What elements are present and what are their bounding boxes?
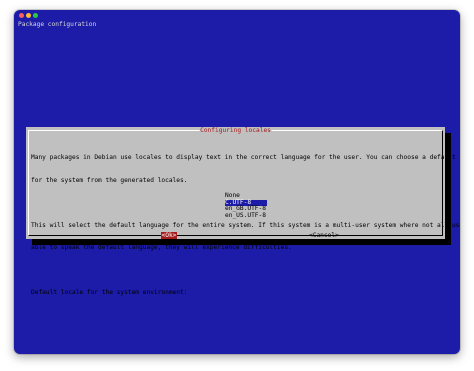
dialog-description: Many packages in Debian use locales to d…: [31, 139, 460, 312]
configuring-locales-dialog: Configuring locales Many packages in Deb…: [26, 127, 460, 296]
description-line: This will select the default language fo…: [31, 221, 460, 229]
ok-button[interactable]: <Ok>: [161, 232, 177, 239]
locale-list[interactable]: None C.UTF-8 en_GB.UTF-8 en_US.UTF-8: [225, 192, 267, 220]
minimize-window-button[interactable]: [26, 13, 31, 18]
close-window-button[interactable]: [19, 13, 24, 18]
default-locale-prompt: Default locale for the system environmen…: [31, 289, 188, 296]
description-line: able to speak the default language, they…: [31, 244, 292, 251]
description-line: for the system from the generated locale…: [31, 176, 188, 184]
cancel-button[interactable]: <Cancel>: [309, 232, 339, 239]
package-configuration-title: Package configuration: [18, 21, 97, 28]
terminal-window: Package configuration Configuring locale…: [14, 10, 460, 354]
maximize-window-button[interactable]: [33, 13, 38, 18]
dialog-title: Configuring locales: [199, 127, 272, 134]
window-titlebar: [14, 10, 460, 18]
locale-option[interactable]: en_US.UTF-8: [225, 212, 267, 220]
description-line: Many packages in Debian use locales to d…: [31, 154, 460, 161]
description-line: ​: [31, 267, 443, 275]
